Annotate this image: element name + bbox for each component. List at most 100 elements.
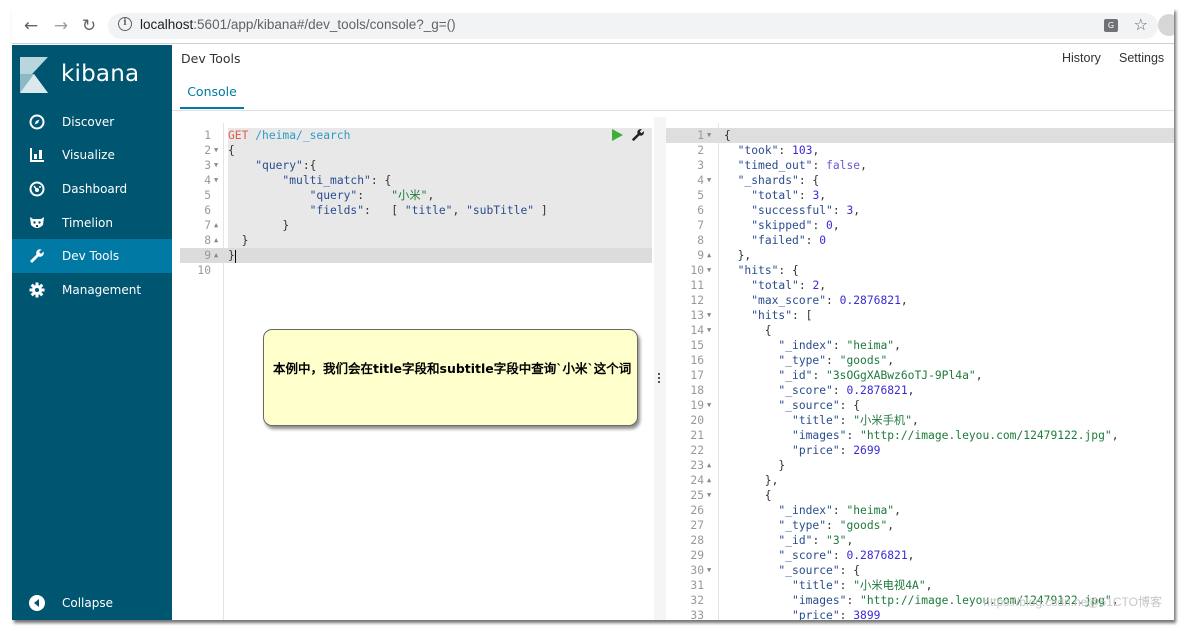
code-line[interactable]: 2 ▼ { <box>180 143 652 158</box>
code-line[interactable]: 9 ▲ }, <box>666 248 1174 263</box>
line-text: } <box>228 248 236 263</box>
fold-arrow-down-icon[interactable]: ▼ <box>707 563 715 578</box>
fold-arrow-down-icon[interactable]: ▼ <box>214 143 222 158</box>
code-token: , <box>427 189 435 202</box>
code-line[interactable]: 3 ▼ "query":{ <box>180 158 652 173</box>
code-line[interactable]: 2 "took": 103, <box>666 143 1174 158</box>
back-button[interactable]: ← <box>20 15 42 37</box>
code-line[interactable]: 28 "_id": "3", <box>666 533 1174 548</box>
sidebar-item-dashboard[interactable]: Dashboard <box>12 172 172 206</box>
code-line[interactable]: 1 ▼ { <box>666 128 1174 143</box>
code-line[interactable]: 4 ▼ "_shards": { <box>666 173 1174 188</box>
editor-code[interactable]: 1 GET /heima/_search 2 ▼{3 ▼ "query":{4 ▼ "mu… <box>180 128 652 278</box>
code-line[interactable]: 13 ▼ "hits": [ <box>666 308 1174 323</box>
fold-arrow-down-icon[interactable]: ▼ <box>707 398 715 413</box>
code-token: } <box>724 459 786 472</box>
sidebar-item-discover[interactable]: Discover <box>12 105 172 139</box>
code-line[interactable]: 11 "total": 2, <box>666 278 1174 293</box>
reload-button[interactable]: ↻ <box>78 15 100 37</box>
profile-avatar[interactable] <box>1158 14 1174 36</box>
code-line[interactable]: 5 "query": "小米", <box>180 188 652 203</box>
request-options-wrench-icon[interactable] <box>631 127 647 143</box>
history-link[interactable]: History <box>1062 51 1101 65</box>
code-line[interactable]: 19 ▼ "_source": { <box>666 398 1174 413</box>
timelion-icon <box>28 214 46 232</box>
code-line[interactable]: 12 "max_score": 0.2876821, <box>666 293 1174 308</box>
sidebar-item-timelion[interactable]: Timelion <box>12 206 172 240</box>
forward-button[interactable]: → <box>50 15 72 37</box>
sidebar-item-visualize[interactable]: Visualize <box>12 139 172 173</box>
fold-arrow-up-icon[interactable]: ▲ <box>214 248 222 263</box>
run-request-button[interactable] <box>612 129 623 141</box>
settings-link[interactable]: Settings <box>1119 51 1164 65</box>
fold-arrow-up-icon[interactable]: ▲ <box>707 458 715 473</box>
line-number: 13 <box>690 309 704 322</box>
fold-arrow-down-icon[interactable]: ▼ <box>707 263 715 278</box>
bookmark-star-icon[interactable]: ☆ <box>1134 15 1148 34</box>
sidebar-item-management[interactable]: Management <box>12 273 172 307</box>
code-line[interactable]: 10 ▼ "hits": { <box>666 263 1174 278</box>
code-line[interactable]: 4 ▼ "multi_match": { <box>180 173 652 188</box>
code-line[interactable]: 3 "timed_out": false, <box>666 158 1174 173</box>
code-line[interactable]: 25 ▼ { <box>666 488 1174 503</box>
pane-resize-handle[interactable] <box>654 117 666 620</box>
tab-console[interactable]: Console <box>180 75 244 109</box>
fold-arrow-up-icon[interactable]: ▲ <box>707 248 715 263</box>
info-icon[interactable]: i <box>118 17 132 31</box>
code-token: }, <box>724 249 752 262</box>
fold-arrow-down-icon[interactable]: ▼ <box>707 128 715 143</box>
code-token: "_shards" <box>737 174 799 187</box>
code-line[interactable]: 8 "failed": 0 <box>666 233 1174 248</box>
fold-arrow-up-icon[interactable]: ▲ <box>214 233 222 248</box>
url-text[interactable]: localhost:5601/app/kibana#/dev_tools/con… <box>140 17 456 32</box>
code-line[interactable]: 7 ▲ } <box>180 218 652 233</box>
kibana-logo[interactable]: kibana <box>20 57 170 97</box>
code-token: : <box>798 189 813 202</box>
code-token: : <box>832 549 847 562</box>
code-line[interactable]: 26 "_index": "heima", <box>666 503 1174 518</box>
response-output[interactable]: 1 ▼{2 "took": 103, 3 "timed_out": false, 4 ▼… <box>666 123 1174 620</box>
sidebar-item-label: Dev Tools <box>62 249 120 264</box>
code-line[interactable]: 27 "_type": "goods", <box>666 518 1174 533</box>
code-token: "hits" <box>751 309 793 322</box>
fold-arrow-down-icon[interactable]: ▼ <box>707 488 715 503</box>
code-line[interactable]: 7 "skipped": 0, <box>666 218 1174 233</box>
code-line[interactable]: 31 "title": "小米电视4A", <box>666 578 1174 593</box>
address-bar[interactable]: i localhost:5601/app/kibana#/dev_tools/c… <box>108 13 1158 39</box>
sidebar-item-dev-tools[interactable]: Dev Tools <box>12 239 172 273</box>
code-line[interactable]: 9 ▲} <box>180 248 652 263</box>
code-line[interactable]: 17 "_id": "3sOGgXABwz6oTJ-9Pl4a", <box>666 368 1174 383</box>
code-token: "小米手机" <box>853 414 913 427</box>
line-text: "_score": 0.2876821, <box>724 548 914 563</box>
code-line[interactable]: 20 "title": "小米手机", <box>666 413 1174 428</box>
code-line[interactable]: 18 "_score": 0.2876821, <box>666 383 1174 398</box>
translate-icon[interactable]: G <box>1104 19 1118 32</box>
fold-arrow-up-icon[interactable]: ▲ <box>214 218 222 233</box>
collapse-button[interactable]: Collapse <box>12 590 172 618</box>
code-line[interactable]: 21 "images": "http://image.leyou.com/124… <box>666 428 1174 443</box>
fold-arrow-down-icon[interactable]: ▼ <box>707 173 715 188</box>
line-text: "took": 103, <box>724 143 820 158</box>
code-line[interactable]: 30 ▼ "_source": { <box>666 563 1174 578</box>
code-line[interactable]: 14 ▼ { <box>666 323 1174 338</box>
fold-arrow-down-icon[interactable]: ▼ <box>707 323 715 338</box>
output-code[interactable]: 1 ▼{2 "took": 103, 3 "timed_out": false, 4 ▼… <box>666 128 1174 620</box>
code-line[interactable]: 15 "_index": "heima", <box>666 338 1174 353</box>
code-token: 0 <box>826 219 833 232</box>
code-line[interactable]: 10 <box>180 263 652 278</box>
fold-arrow-up-icon[interactable]: ▲ <box>707 473 715 488</box>
code-line[interactable]: 6 "fields": [ "title", "subTitle" ] <box>180 203 652 218</box>
fold-arrow-down-icon[interactable]: ▼ <box>214 158 222 173</box>
code-line[interactable]: 5 "total": 3, <box>666 188 1174 203</box>
fold-arrow-down-icon[interactable]: ▼ <box>214 173 222 188</box>
code-line[interactable]: 1 GET /heima/_search <box>180 128 652 143</box>
fold-arrow-down-icon[interactable]: ▼ <box>707 308 715 323</box>
code-line[interactable]: 6 "successful": 3, <box>666 203 1174 218</box>
code-line[interactable]: 23 ▲ } <box>666 458 1174 473</box>
code-line[interactable]: 16 "_type": "goods", <box>666 353 1174 368</box>
code-line[interactable]: 8 ▲ } <box>180 233 652 248</box>
code-line[interactable]: 22 "price": 2699 <box>666 443 1174 458</box>
code-line[interactable]: 24 ▲ }, <box>666 473 1174 488</box>
code-line[interactable]: 29 "_score": 0.2876821, <box>666 548 1174 563</box>
